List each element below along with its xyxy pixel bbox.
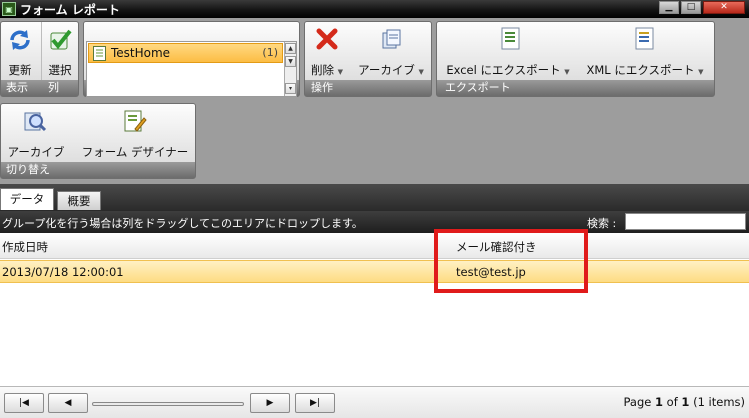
- switch-archive-label: アーカイブ: [7, 145, 65, 159]
- grid-header: 作成日時 メール確認付き: [0, 233, 749, 259]
- scroll-up-icon[interactable]: ▲: [285, 43, 296, 54]
- maximize-icon[interactable]: □: [681, 1, 701, 14]
- next-page-icon[interactable]: ▶: [250, 393, 290, 413]
- scroll-down-icon[interactable]: ▼: [285, 56, 296, 67]
- ribbon: 更新 選択 表示 列 開く ⧉ TestH: [0, 18, 749, 184]
- highlight-annotation: [434, 229, 588, 293]
- operation-group: 削除 ▼ アーカイブ ▼ 操作: [304, 21, 432, 97]
- form-report-app-icon: ▣: [2, 2, 16, 16]
- archive-icon: [382, 29, 401, 49]
- list-scrollbar[interactable]: ▲ ▼ ▾: [284, 42, 296, 96]
- list-item-name: TestHome: [111, 46, 171, 60]
- page-prefix: Page: [623, 395, 655, 409]
- delete-label: 削除: [310, 63, 334, 77]
- archive-button[interactable]: アーカイブ ▼: [353, 25, 429, 77]
- tab-data[interactable]: データ: [0, 188, 54, 210]
- tab-bar: データ 概要: [0, 184, 749, 211]
- chevron-down-icon: ▼: [337, 68, 344, 76]
- export-xml-label: XML にエクスポート: [586, 63, 695, 77]
- page-info: Page 1 of 1 (1 items): [623, 395, 745, 409]
- close-icon[interactable]: ✕: [703, 1, 745, 14]
- item-count: (1 items): [689, 395, 745, 409]
- export-xml-button[interactable]: XML にエクスポート ▼: [579, 25, 711, 77]
- group-label-column: 列: [48, 81, 59, 94]
- column-header-created[interactable]: 作成日時: [2, 239, 48, 255]
- view-column-group: 更新 選択 表示 列: [0, 21, 79, 97]
- chevron-down-icon: ▼: [698, 68, 704, 76]
- current-page: 1: [654, 395, 663, 409]
- group-panel-hint: グループ化を行う場合は列をドラッグしてこのエリアにドロップします。: [2, 217, 363, 230]
- delete-button[interactable]: 削除 ▼: [307, 25, 347, 77]
- excel-export-icon: [501, 27, 520, 50]
- form-designer-icon: [124, 110, 147, 132]
- page-of: of: [663, 395, 682, 409]
- chevron-down-icon: ▼: [418, 68, 424, 76]
- xml-export-icon: [635, 27, 654, 50]
- export-excel-button[interactable]: Excel にエクスポート ▼: [441, 25, 575, 77]
- form-designer-button[interactable]: フォーム デザイナー: [77, 107, 193, 159]
- list-item-count: (1): [262, 46, 278, 59]
- select-columns-button[interactable]: 選択: [43, 25, 77, 77]
- minimize-icon[interactable]: ▁: [659, 1, 679, 14]
- expand-list-icon[interactable]: ▾: [285, 83, 296, 94]
- refresh-label: 更新: [8, 63, 32, 77]
- cell-created: 2013/07/18 12:00:01: [2, 265, 124, 279]
- refresh-button[interactable]: 更新: [3, 25, 37, 77]
- group-by-panel[interactable]: グループ化を行う場合は列をドラッグしてこのエリアにドロップします。 検索 :: [0, 211, 749, 233]
- tab-summary[interactable]: 概要: [57, 191, 101, 210]
- pager: |◀ ◀ ▶ ▶| Page 1 of 1 (1 items): [0, 386, 749, 418]
- title-bar: ▣ フォーム レポート ▁ □ ✕: [0, 0, 749, 18]
- form-document-icon: [93, 46, 106, 61]
- switch-archive-button[interactable]: アーカイブ: [3, 107, 69, 159]
- previous-page-icon[interactable]: ◀: [48, 393, 88, 413]
- delete-x-icon: [316, 28, 338, 50]
- archive-label: アーカイブ: [358, 63, 415, 77]
- window-title: フォーム レポート: [20, 3, 120, 17]
- group-label-export: エクスポート: [445, 81, 511, 94]
- export-excel-label: Excel にエクスポート: [446, 63, 561, 77]
- refresh-icon: [10, 30, 30, 50]
- select-label: 選択: [48, 63, 72, 77]
- group-label-view: 表示: [6, 81, 28, 94]
- list-item[interactable]: TestHome (1): [88, 43, 283, 63]
- table-row[interactable]: 2013/07/18 12:00:01 test@test.jp: [0, 260, 749, 283]
- group-label-operation: 操作: [311, 81, 333, 94]
- last-page-icon[interactable]: ▶|: [295, 393, 335, 413]
- page-slider[interactable]: [92, 402, 244, 406]
- first-page-icon[interactable]: |◀: [4, 393, 44, 413]
- group-label-switch: 切り替え: [6, 163, 50, 176]
- search-input[interactable]: [625, 213, 746, 230]
- export-group: Excel にエクスポート ▼ XML にエクスポート ▼ エクスポート: [436, 21, 715, 97]
- form-designer-label: フォーム デザイナー: [81, 145, 189, 159]
- checkmark-icon: [50, 29, 72, 50]
- chevron-down-icon: ▼: [564, 68, 570, 76]
- search-label: 検索 :: [587, 217, 617, 230]
- open-form-list: TestHome (1) ▲ ▼ ▾: [86, 41, 297, 97]
- switch-group: アーカイブ フォーム デザイナー 切り替え: [0, 103, 196, 179]
- archive-view-icon: [24, 112, 47, 132]
